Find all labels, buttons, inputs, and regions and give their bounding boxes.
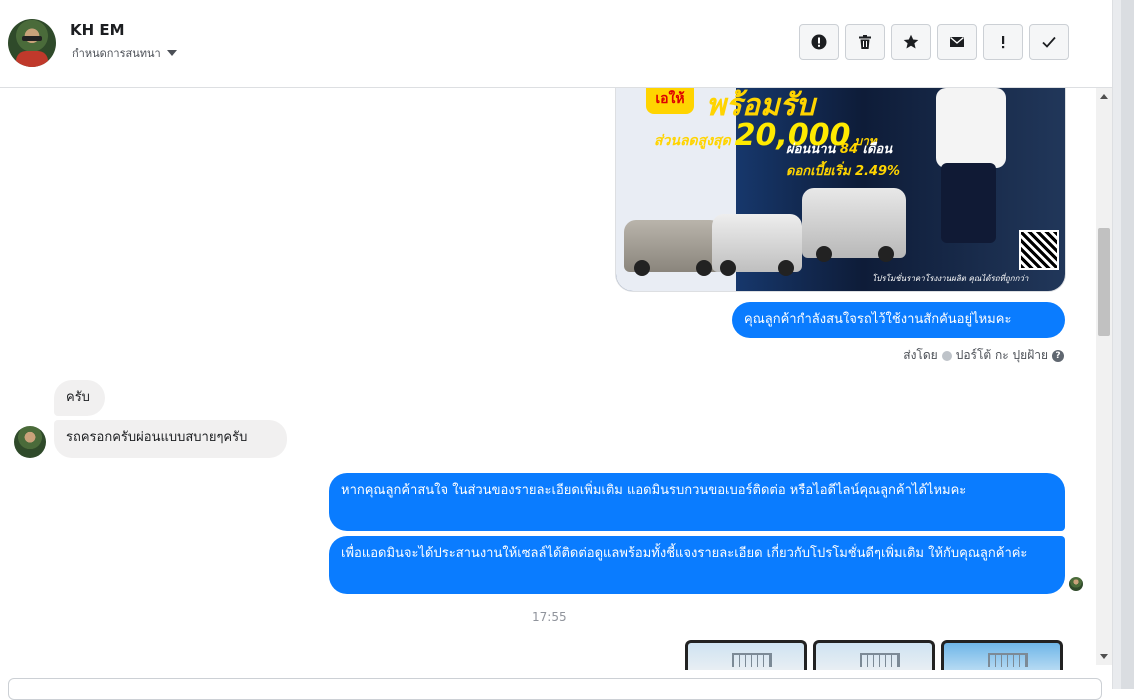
star-button[interactable] bbox=[891, 24, 931, 60]
alert-circle-icon bbox=[811, 34, 827, 50]
image-attachments bbox=[685, 640, 1063, 670]
car-wheel bbox=[878, 246, 894, 262]
promo-interest: ดอกเบี้ยเริ่ม 2.49% bbox=[786, 164, 901, 179]
message-bubble-outgoing[interactable]: หากคุณลูกค้าสนใจ ในส่วนของรายละเอียดเพิ่… bbox=[329, 473, 1065, 531]
car-wheel bbox=[720, 260, 736, 276]
promo-installment-prefix: ผ่อนนาน bbox=[786, 142, 836, 157]
schedule-dropdown[interactable]: กำหนดการสนทนา bbox=[72, 44, 177, 62]
schedule-label: กำหนดการสนทนา bbox=[72, 47, 161, 60]
sent-by-info: ส่งโดย ปอร์โต้ กะ ปุยฝ้าย ? bbox=[903, 346, 1064, 365]
help-icon[interactable]: ? bbox=[1052, 349, 1064, 362]
promo-footer: โปรโมชั่นราคาโรงงานผลิต คุณได้รถที่ถูกกว… bbox=[872, 274, 1029, 283]
action-toolbar bbox=[799, 24, 1069, 60]
contact-name[interactable]: KH EM bbox=[70, 21, 125, 39]
seen-receipt-avatar bbox=[1069, 577, 1083, 591]
side-panel-edge bbox=[1112, 0, 1134, 689]
message-bubble-outgoing[interactable]: เพื่อแอดมินจะได้ประสานงานให้เซลล์ได้ติดต… bbox=[329, 536, 1065, 594]
model-pants bbox=[941, 163, 996, 243]
truck-rack-image bbox=[860, 653, 900, 667]
message-timestamp: 17:55 bbox=[532, 610, 567, 624]
message-bubble-incoming[interactable]: ครับ bbox=[54, 380, 105, 416]
car-wheel bbox=[778, 260, 794, 276]
caret-down-icon bbox=[166, 50, 177, 56]
flag-button[interactable] bbox=[983, 24, 1023, 60]
avatar-shirt bbox=[16, 51, 48, 67]
exclamation-icon bbox=[1002, 36, 1005, 49]
check-icon bbox=[1042, 36, 1056, 48]
avatar-glasses bbox=[22, 36, 42, 41]
scrollbar-thumb[interactable] bbox=[1098, 228, 1110, 336]
promo-installment-suffix: เดือน bbox=[862, 142, 893, 157]
contact-avatar-small[interactable] bbox=[14, 426, 46, 458]
report-button[interactable] bbox=[799, 24, 839, 60]
qr-code-image bbox=[1019, 230, 1059, 270]
delete-button[interactable] bbox=[845, 24, 885, 60]
side-panel-strip bbox=[1121, 0, 1134, 689]
message-bubble-incoming[interactable]: รถครอกครับผ่อนแบบสบายๆครับ bbox=[54, 420, 287, 458]
truck-rack-image bbox=[732, 653, 772, 667]
sent-by-label: ส่งโดย bbox=[903, 348, 938, 362]
conversation-header: KH EM กำหนดการสนทนา bbox=[0, 0, 1112, 88]
promo-installment: ผ่อนนาน 84 เดือน bbox=[786, 138, 892, 159]
message-scrollbar[interactable] bbox=[1096, 88, 1112, 665]
truck-rack-image bbox=[988, 653, 1028, 667]
promo-discount-prefix: ส่วนลดสูงสุด bbox=[654, 133, 731, 149]
promo-burst: เอให้ bbox=[646, 88, 694, 114]
promo-installment-value: 84 bbox=[839, 142, 859, 157]
car-wheel bbox=[634, 260, 650, 276]
message-bubble-outgoing[interactable]: คุณลูกค้ากำลังสนใจรถไว้ใช้งานสักคันอยู่ไ… bbox=[732, 302, 1065, 338]
mail-button[interactable] bbox=[937, 24, 977, 60]
promo-car-rack-truck bbox=[802, 188, 906, 262]
message-composer[interactable] bbox=[8, 678, 1102, 700]
attachment-thumbnail[interactable] bbox=[685, 640, 807, 670]
promo-car-sedan bbox=[624, 220, 722, 276]
attachment-thumbnail[interactable] bbox=[813, 640, 935, 670]
agent-status-icon bbox=[941, 350, 952, 361]
sent-by-name[interactable]: ปอร์โต้ กะ ปุยฝ้าย bbox=[956, 346, 1048, 365]
scroll-up-arrow-icon[interactable] bbox=[1100, 94, 1108, 99]
contact-avatar[interactable] bbox=[8, 19, 56, 67]
promo-car-pickup bbox=[712, 214, 802, 276]
star-icon bbox=[903, 34, 919, 49]
mail-icon bbox=[950, 36, 964, 47]
attachment-thumbnail[interactable] bbox=[941, 640, 1063, 670]
model-torso bbox=[936, 88, 1006, 168]
done-button[interactable] bbox=[1029, 24, 1069, 60]
car-wheel bbox=[696, 260, 712, 276]
promo-image-message[interactable]: เอให้ พร้อมรับ ส่วนลดสูงสุด 20,000 บาท ผ่อ… bbox=[615, 88, 1066, 292]
scroll-down-arrow-icon[interactable] bbox=[1100, 654, 1108, 659]
trash-icon bbox=[859, 35, 871, 49]
car-wheel bbox=[816, 246, 832, 262]
